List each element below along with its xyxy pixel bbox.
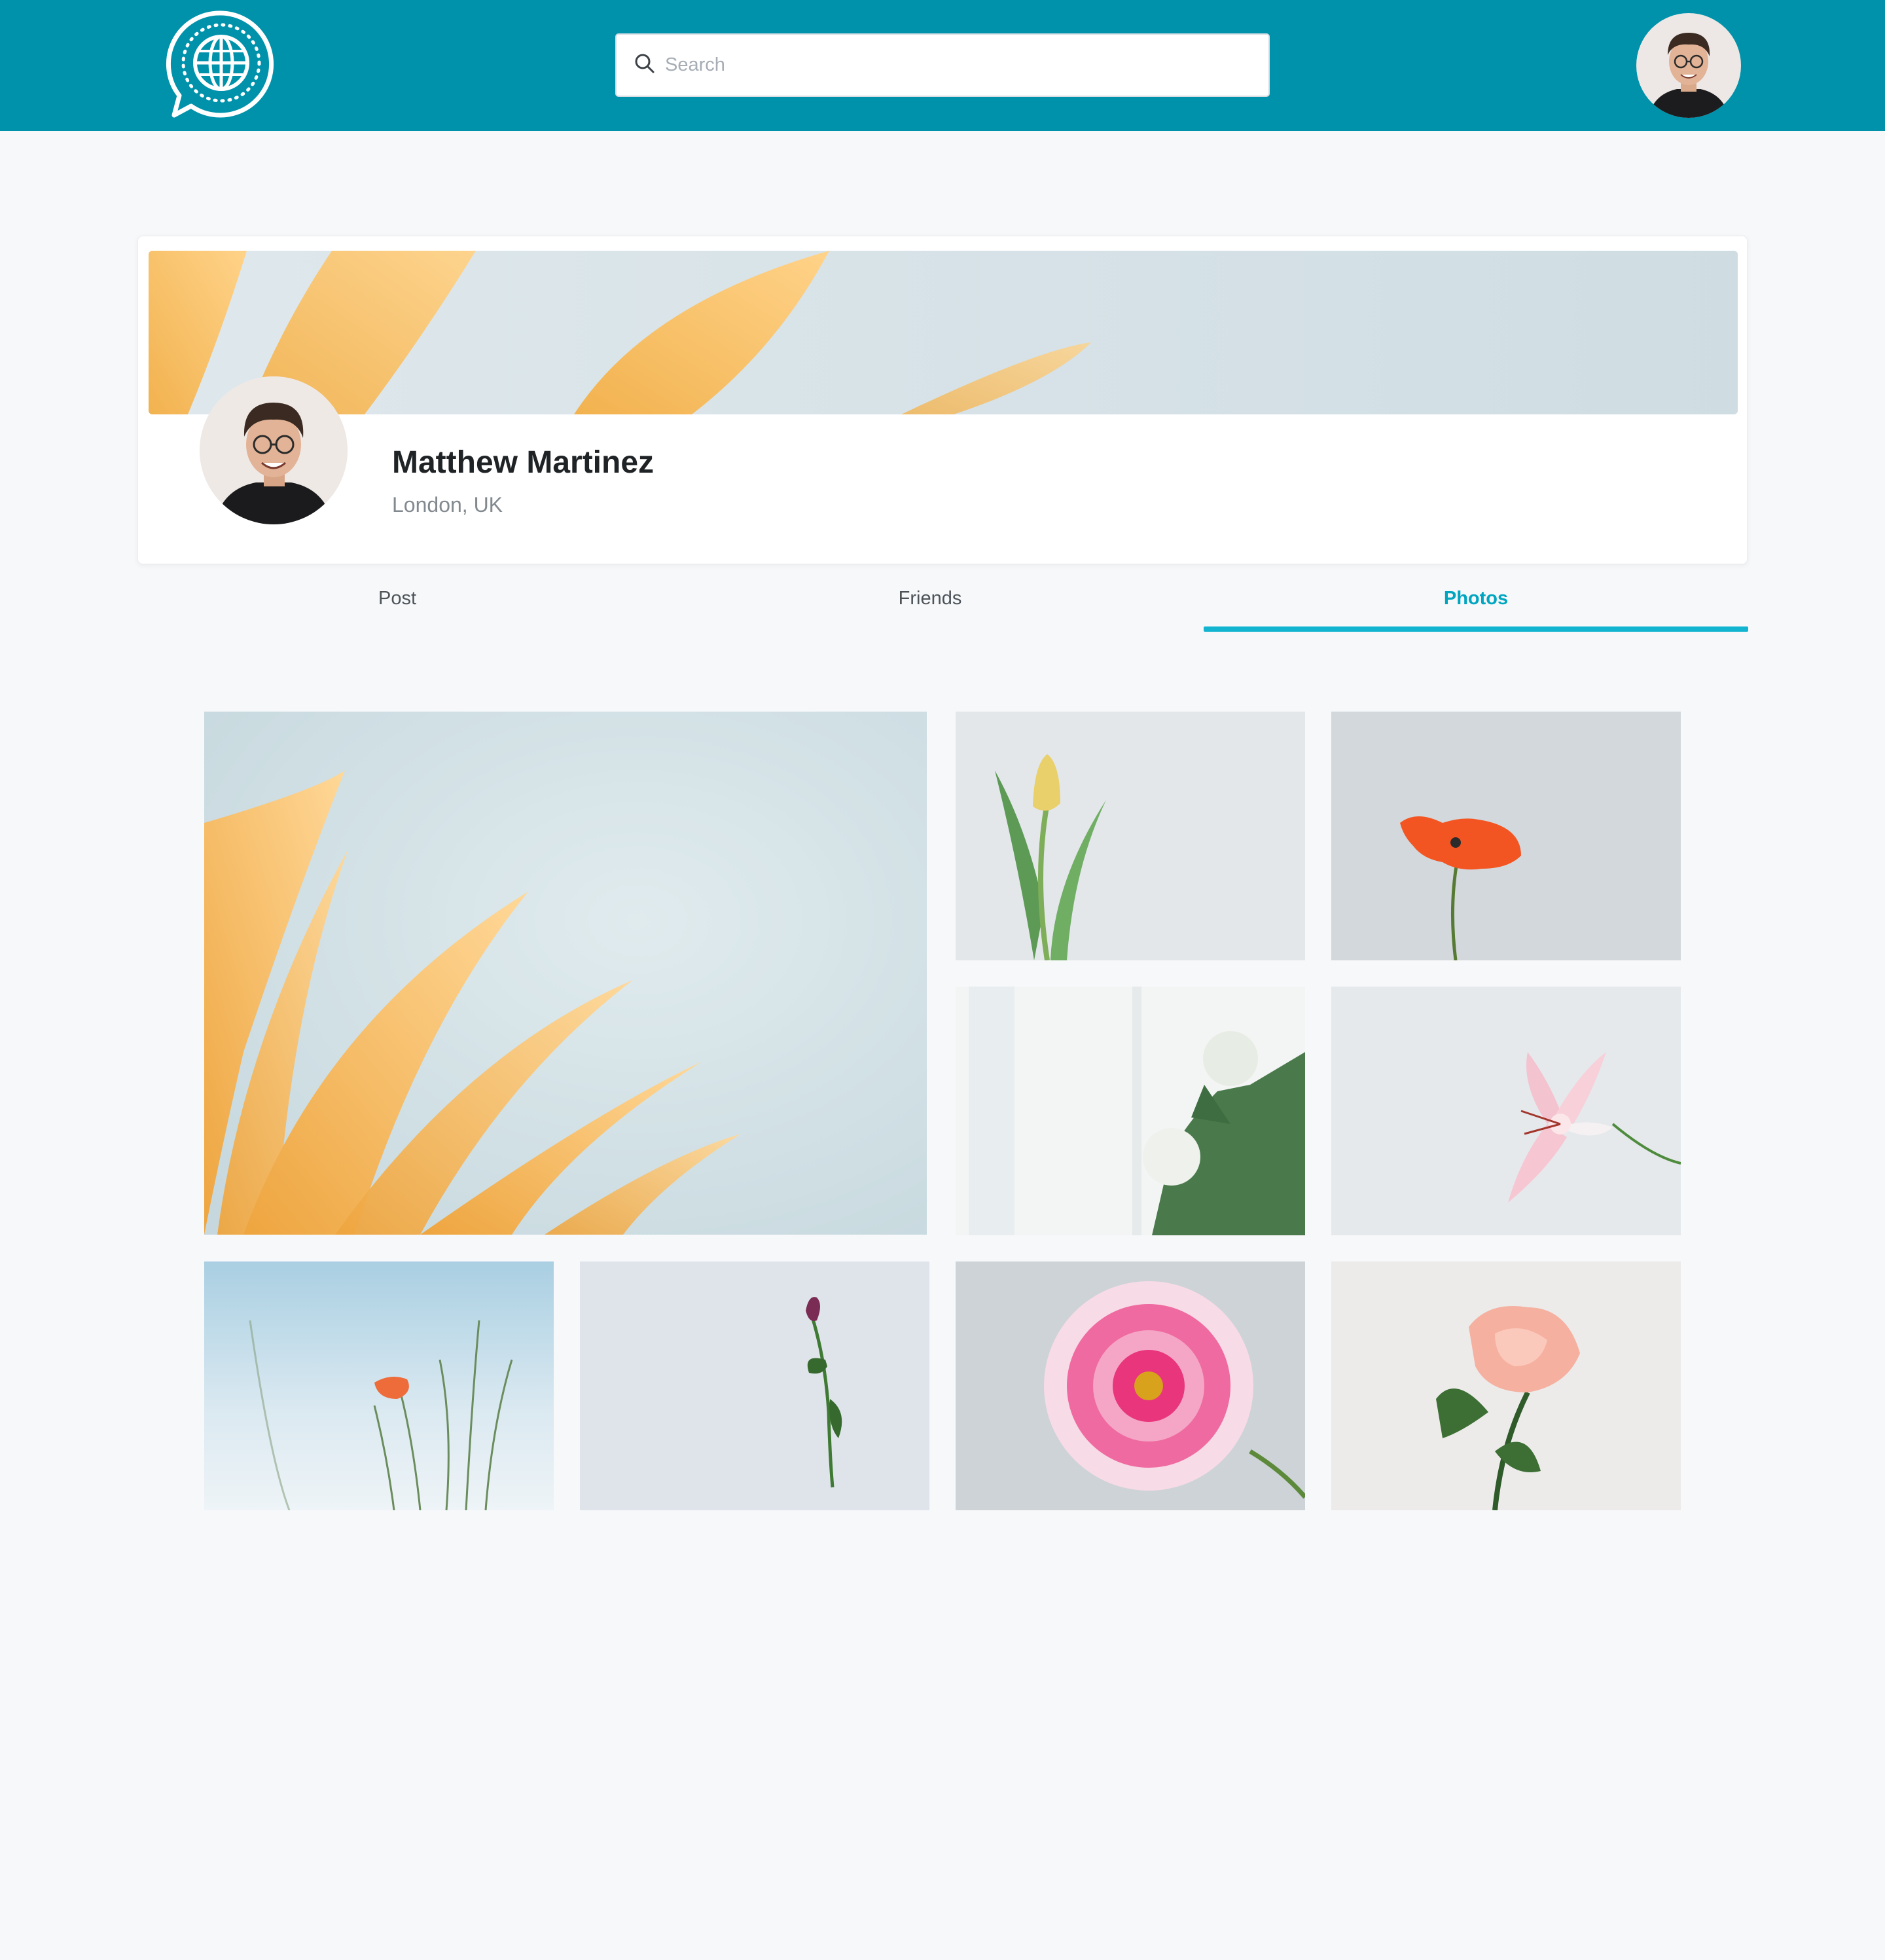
- top-navigation-bar: [0, 0, 1885, 131]
- purple-bud-photo[interactable]: [580, 1261, 929, 1510]
- red-poppy-photo[interactable]: [1331, 712, 1681, 960]
- search-input[interactable]: [665, 54, 1241, 76]
- yellow-petals-cover: [149, 251, 1738, 414]
- active-tab-indicator: [1204, 626, 1748, 632]
- white-roses-photo[interactable]: [956, 987, 1305, 1235]
- orange-poppy-sky-photo[interactable]: [204, 1261, 554, 1510]
- tab-post[interactable]: Post: [125, 570, 670, 632]
- tab-photos[interactable]: Photos: [1204, 570, 1748, 632]
- profile-location: London, UK: [392, 493, 503, 517]
- pink-lily-photo[interactable]: [1331, 987, 1681, 1235]
- pink-dahlia-photo[interactable]: [956, 1261, 1305, 1510]
- profile-name: Matthew Martinez: [392, 445, 655, 480]
- profile-avatar[interactable]: [200, 376, 348, 524]
- peach-rose-photo[interactable]: [1331, 1261, 1681, 1510]
- search-bar[interactable]: [615, 33, 1270, 97]
- user-avatar[interactable]: [1636, 13, 1741, 118]
- search-icon: [634, 52, 656, 78]
- globe-chat-logo-icon[interactable]: [165, 8, 278, 120]
- profile-card: Matthew Martinez London, UK: [137, 236, 1748, 564]
- tab-friends[interactable]: Friends: [658, 570, 1202, 632]
- yellow-tulip-photo[interactable]: [956, 712, 1305, 960]
- yellow-petals-photo[interactable]: [204, 712, 927, 1235]
